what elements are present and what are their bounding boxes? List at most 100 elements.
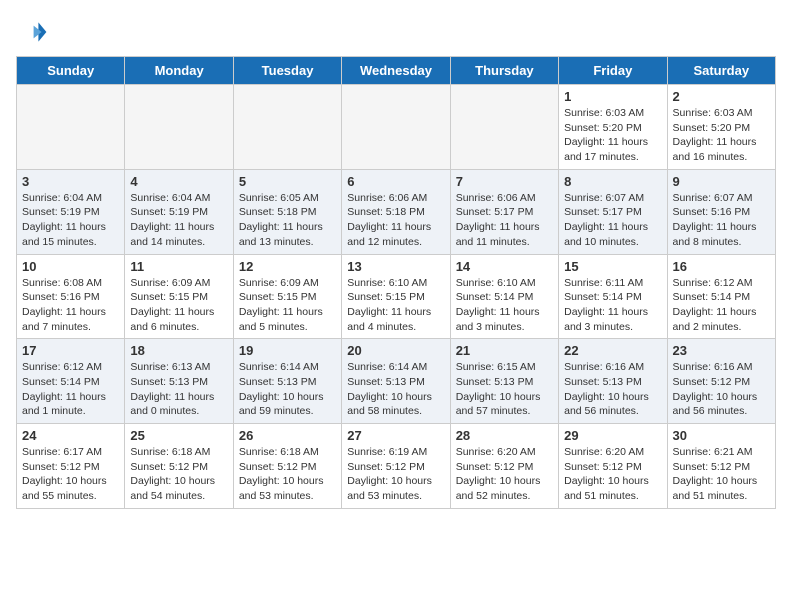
- day-number: 28: [456, 428, 553, 443]
- calendar-cell: 26 Sunrise: 6:18 AM Sunset: 5:12 PM Dayli…: [233, 424, 341, 509]
- day-info: Sunrise: 6:09 AM Sunset: 5:15 PM Dayligh…: [239, 276, 336, 335]
- day-number: 15: [564, 259, 661, 274]
- day-number: 24: [22, 428, 119, 443]
- calendar-week-row: 10 Sunrise: 6:08 AM Sunset: 5:16 PM Dayli…: [17, 254, 776, 339]
- calendar-cell: [450, 85, 558, 170]
- day-info: Sunrise: 6:08 AM Sunset: 5:16 PM Dayligh…: [22, 276, 119, 335]
- calendar-cell: 27 Sunrise: 6:19 AM Sunset: 5:12 PM Dayli…: [342, 424, 450, 509]
- calendar-cell: 16 Sunrise: 6:12 AM Sunset: 5:14 PM Dayli…: [667, 254, 775, 339]
- day-info: Sunrise: 6:21 AM Sunset: 5:12 PM Dayligh…: [673, 445, 770, 504]
- day-number: 25: [130, 428, 227, 443]
- day-info: Sunrise: 6:18 AM Sunset: 5:12 PM Dayligh…: [130, 445, 227, 504]
- calendar-cell: [233, 85, 341, 170]
- calendar-cell: 28 Sunrise: 6:20 AM Sunset: 5:12 PM Dayli…: [450, 424, 558, 509]
- calendar-cell: 22 Sunrise: 6:16 AM Sunset: 5:13 PM Dayli…: [559, 339, 667, 424]
- calendar-cell: 23Sunrise: 6:16 AM Sunset: 5:12 PM Dayli…: [667, 339, 775, 424]
- day-info: Sunrise: 6:09 AM Sunset: 5:15 PM Dayligh…: [130, 276, 227, 335]
- day-number: 12: [239, 259, 336, 274]
- calendar-cell: 4Sunrise: 6:04 AM Sunset: 5:19 PM Daylig…: [125, 169, 233, 254]
- calendar-cell: 24 Sunrise: 6:17 AM Sunset: 5:12 PM Dayli…: [17, 424, 125, 509]
- calendar-week-row: 1 Sunrise: 6:03 AM Sunset: 5:20 PM Daylig…: [17, 85, 776, 170]
- calendar-table: SundayMondayTuesdayWednesdayThursdayFrid…: [16, 56, 776, 509]
- calendar-week-row: 17 Sunrise: 6:12 AM Sunset: 5:14 PM Dayli…: [17, 339, 776, 424]
- day-info: Sunrise: 6:16 AM Sunset: 5:13 PM Dayligh…: [564, 360, 661, 419]
- calendar-cell: 3 Sunrise: 6:04 AM Sunset: 5:19 PM Daylig…: [17, 169, 125, 254]
- day-number: 18: [130, 343, 227, 358]
- day-info: Sunrise: 6:05 AM Sunset: 5:18 PM Dayligh…: [239, 191, 336, 250]
- day-info: Sunrise: 6:13 AM Sunset: 5:13 PM Dayligh…: [130, 360, 227, 419]
- day-number: 2: [673, 89, 770, 104]
- calendar-cell: 18 Sunrise: 6:13 AM Sunset: 5:13 PM Dayli…: [125, 339, 233, 424]
- day-info: Sunrise: 6:10 AM Sunset: 5:15 PM Dayligh…: [347, 276, 444, 335]
- calendar-cell: 30 Sunrise: 6:21 AM Sunset: 5:12 PM Dayli…: [667, 424, 775, 509]
- calendar-cell: 1 Sunrise: 6:03 AM Sunset: 5:20 PM Daylig…: [559, 85, 667, 170]
- day-info: Sunrise: 6:17 AM Sunset: 5:12 PM Dayligh…: [22, 445, 119, 504]
- calendar-week-row: 3 Sunrise: 6:04 AM Sunset: 5:19 PM Daylig…: [17, 169, 776, 254]
- day-number: 22: [564, 343, 661, 358]
- day-info: Sunrise: 6:18 AM Sunset: 5:12 PM Dayligh…: [239, 445, 336, 504]
- day-info: Sunrise: 6:14 AM Sunset: 5:13 PM Dayligh…: [239, 360, 336, 419]
- calendar-cell: 7 Sunrise: 6:06 AM Sunset: 5:17 PM Daylig…: [450, 169, 558, 254]
- day-info: Sunrise: 6:16 AM Sunset: 5:12 PM Dayligh…: [673, 360, 770, 419]
- day-number: 27: [347, 428, 444, 443]
- day-info: Sunrise: 6:20 AM Sunset: 5:12 PM Dayligh…: [456, 445, 553, 504]
- calendar-cell: 8 Sunrise: 6:07 AM Sunset: 5:17 PM Daylig…: [559, 169, 667, 254]
- day-number: 6: [347, 174, 444, 189]
- day-info: Sunrise: 6:20 AM Sunset: 5:12 PM Dayligh…: [564, 445, 661, 504]
- day-number: 1: [564, 89, 661, 104]
- day-info: Sunrise: 6:10 AM Sunset: 5:14 PM Dayligh…: [456, 276, 553, 335]
- day-number: 14: [456, 259, 553, 274]
- page-header: [16, 16, 776, 48]
- day-number: 7: [456, 174, 553, 189]
- calendar-day-header: Saturday: [667, 57, 775, 85]
- day-number: 19: [239, 343, 336, 358]
- day-info: Sunrise: 6:19 AM Sunset: 5:12 PM Dayligh…: [347, 445, 444, 504]
- logo-icon: [16, 16, 48, 48]
- calendar-day-header: Friday: [559, 57, 667, 85]
- calendar-day-header: Monday: [125, 57, 233, 85]
- day-info: Sunrise: 6:06 AM Sunset: 5:17 PM Dayligh…: [456, 191, 553, 250]
- day-number: 26: [239, 428, 336, 443]
- calendar-cell: 6 Sunrise: 6:06 AM Sunset: 5:18 PM Daylig…: [342, 169, 450, 254]
- day-number: 5: [239, 174, 336, 189]
- day-number: 10: [22, 259, 119, 274]
- day-info: Sunrise: 6:07 AM Sunset: 5:17 PM Dayligh…: [564, 191, 661, 250]
- day-number: 16: [673, 259, 770, 274]
- calendar-cell: [125, 85, 233, 170]
- calendar-cell: 20Sunrise: 6:14 AM Sunset: 5:13 PM Dayli…: [342, 339, 450, 424]
- page-container: SundayMondayTuesdayWednesdayThursdayFrid…: [16, 16, 776, 509]
- day-info: Sunrise: 6:04 AM Sunset: 5:19 PM Dayligh…: [22, 191, 119, 250]
- calendar-day-header: Sunday: [17, 57, 125, 85]
- day-number: 9: [673, 174, 770, 189]
- day-number: 13: [347, 259, 444, 274]
- day-number: 30: [673, 428, 770, 443]
- calendar-header-row: SundayMondayTuesdayWednesdayThursdayFrid…: [17, 57, 776, 85]
- day-number: 20: [347, 343, 444, 358]
- calendar-cell: 13 Sunrise: 6:10 AM Sunset: 5:15 PM Dayli…: [342, 254, 450, 339]
- calendar-cell: [342, 85, 450, 170]
- day-info: Sunrise: 6:03 AM Sunset: 5:20 PM Dayligh…: [673, 106, 770, 165]
- calendar-cell: 11 Sunrise: 6:09 AM Sunset: 5:15 PM Dayli…: [125, 254, 233, 339]
- calendar-cell: 17 Sunrise: 6:12 AM Sunset: 5:14 PM Dayli…: [17, 339, 125, 424]
- day-info: Sunrise: 6:04 AM Sunset: 5:19 PM Dayligh…: [130, 191, 227, 250]
- day-info: Sunrise: 6:07 AM Sunset: 5:16 PM Dayligh…: [673, 191, 770, 250]
- day-info: Sunrise: 6:06 AM Sunset: 5:18 PM Dayligh…: [347, 191, 444, 250]
- day-number: 17: [22, 343, 119, 358]
- day-info: Sunrise: 6:12 AM Sunset: 5:14 PM Dayligh…: [673, 276, 770, 335]
- calendar-cell: 29 Sunrise: 6:20 AM Sunset: 5:12 PM Dayli…: [559, 424, 667, 509]
- calendar-cell: 19 Sunrise: 6:14 AM Sunset: 5:13 PM Dayli…: [233, 339, 341, 424]
- day-info: Sunrise: 6:15 AM Sunset: 5:13 PM Dayligh…: [456, 360, 553, 419]
- calendar-cell: 10 Sunrise: 6:08 AM Sunset: 5:16 PM Dayli…: [17, 254, 125, 339]
- logo: [16, 16, 52, 48]
- calendar-week-row: 24 Sunrise: 6:17 AM Sunset: 5:12 PM Dayli…: [17, 424, 776, 509]
- day-number: 3: [22, 174, 119, 189]
- day-info: Sunrise: 6:03 AM Sunset: 5:20 PM Dayligh…: [564, 106, 661, 165]
- day-info: Sunrise: 6:12 AM Sunset: 5:14 PM Dayligh…: [22, 360, 119, 419]
- day-number: 21: [456, 343, 553, 358]
- day-number: 29: [564, 428, 661, 443]
- day-number: 8: [564, 174, 661, 189]
- calendar-cell: [17, 85, 125, 170]
- calendar-day-header: Wednesday: [342, 57, 450, 85]
- day-number: 11: [130, 259, 227, 274]
- calendar-cell: 25 Sunrise: 6:18 AM Sunset: 5:12 PM Dayli…: [125, 424, 233, 509]
